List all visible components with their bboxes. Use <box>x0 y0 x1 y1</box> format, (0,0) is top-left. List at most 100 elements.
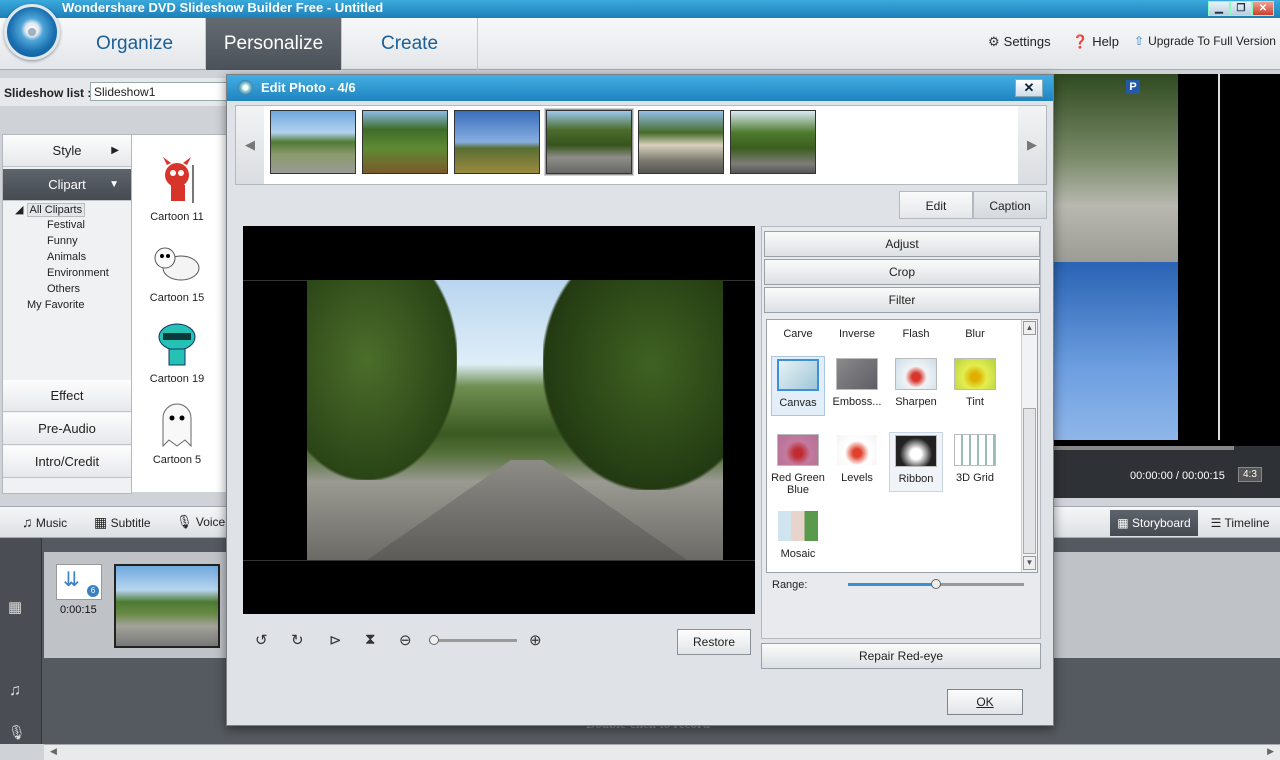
storyboard-tab[interactable]: ▦ Storyboard <box>1110 510 1198 536</box>
photo-thumb-selected[interactable] <box>545 109 633 175</box>
photo-thumb[interactable] <box>454 110 540 174</box>
clipart-item[interactable]: Cartoon 11 <box>132 155 222 223</box>
gear-icon: ⚙ <box>988 34 1000 49</box>
tree-item-funny[interactable]: Funny <box>47 235 78 247</box>
tab-pre-audio[interactable]: Pre-Audio <box>3 413 131 445</box>
filter-ribbon[interactable]: Ribbon <box>889 432 943 492</box>
help-button[interactable]: ❓ Help <box>1072 34 1119 50</box>
filter-inverse[interactable]: Inverse <box>830 328 884 340</box>
adjust-section[interactable]: Adjust <box>764 231 1040 257</box>
canvas-filter-icon <box>777 359 819 391</box>
filter-tint[interactable]: Tint <box>948 358 1002 408</box>
filter-sharpen[interactable]: Sharpen <box>889 358 943 408</box>
music-button[interactable]: ♫ Music <box>22 514 67 530</box>
strip-next-button[interactable]: ▶ <box>1018 106 1046 184</box>
film-icon: ▦ <box>94 514 108 530</box>
zoom-slider-handle[interactable] <box>429 635 439 645</box>
main-preview: P <box>1054 74 1280 446</box>
subtitle-button[interactable]: ▦ Subtitle <box>94 514 151 531</box>
zoom-out-icon[interactable]: ⊖ <box>399 631 412 649</box>
filter-section[interactable]: Filter <box>764 287 1040 313</box>
rotate-right-icon[interactable]: ↻ <box>291 631 304 649</box>
flip-vertical-icon[interactable]: ⧗ <box>365 631 376 648</box>
tint-filter-icon <box>954 358 996 390</box>
photo-thumb[interactable] <box>730 110 816 174</box>
filter-flash[interactable]: Flash <box>889 328 943 340</box>
flip-horizontal-icon[interactable]: ⊳ <box>329 631 342 649</box>
preview-controls: 00:00:00 / 00:00:15 4:3 <box>1054 446 1280 498</box>
tab-edit[interactable]: Edit <box>899 191 973 219</box>
range-slider-handle[interactable] <box>931 579 941 589</box>
slideshow-list-bar: Slideshow list : Slideshow1 <box>0 78 230 106</box>
tab-effect[interactable]: Effect <box>3 380 131 412</box>
tab-create[interactable]: Create <box>342 18 478 70</box>
settings-button[interactable]: ⚙ Settings <box>988 34 1051 50</box>
scroll-up-icon[interactable]: ▲ <box>1023 321 1036 335</box>
clipart-item[interactable]: Cartoon 19 <box>132 317 222 385</box>
tab-style[interactable]: Style ▶ <box>3 135 131 167</box>
film-track-icon: ▦ <box>8 599 23 616</box>
slide-thumbnail[interactable] <box>114 564 220 648</box>
filter-carve[interactable]: Carve <box>771 328 825 340</box>
filter-canvas[interactable]: Canvas <box>771 356 825 416</box>
tree-root[interactable]: ◢ All Cliparts <box>15 203 86 217</box>
scroll-thumb[interactable] <box>1023 408 1036 554</box>
minimize-button[interactable]: ▁ <box>1208 1 1230 16</box>
filter-3d-grid[interactable]: 3D Grid <box>948 434 1002 484</box>
app-logo <box>4 4 60 60</box>
aspect-ratio-button[interactable]: 4:3 <box>1238 467 1262 482</box>
timeline-tab[interactable]: ☰ Timeline <box>1202 510 1278 536</box>
filter-levels[interactable]: Levels <box>830 434 884 484</box>
upgrade-button[interactable]: ⇧ Upgrade To Full Version <box>1134 34 1276 48</box>
restore-button[interactable]: Restore <box>677 629 751 655</box>
filter-label: Levels <box>841 472 873 484</box>
tree-item-environment[interactable]: Environment <box>47 267 109 279</box>
help-label: Help <box>1092 34 1119 49</box>
filter-label: Emboss... <box>832 396 882 408</box>
filter-label: Mosaic <box>780 548 816 560</box>
strip-prev-button[interactable]: ◀ <box>236 106 264 184</box>
tab-intro-credit[interactable]: Intro/Credit <box>3 446 131 478</box>
preview-progress[interactable] <box>1054 446 1234 450</box>
close-window-button[interactable]: ✕ <box>1252 1 1274 16</box>
scroll-left-icon[interactable]: ◀ <box>50 746 57 757</box>
rotate-left-icon[interactable]: ↺ <box>255 631 268 649</box>
zoom-slider[interactable] <box>429 635 517 645</box>
title-bar: Wondershare DVD Slideshow Builder Free -… <box>0 0 1280 18</box>
tree-item-my-favorite[interactable]: My Favorite <box>27 299 84 311</box>
photo-thumb[interactable] <box>362 110 448 174</box>
horizontal-scrollbar[interactable]: ◀ ▶ <box>44 744 1280 760</box>
edit-photo-dialog: Edit Photo - 4/6 ✕ ◀ ▶ Edit Caption ↺ ↻ … <box>226 74 1054 726</box>
repair-red-eye-button[interactable]: Repair Red-eye <box>761 643 1041 669</box>
tab-personalize[interactable]: Personalize <box>206 18 342 70</box>
filter-mosaic[interactable]: Mosaic <box>771 510 825 560</box>
tree-item-animals[interactable]: Animals <box>47 251 86 263</box>
slideshow-list-select[interactable]: Slideshow1 <box>90 82 230 101</box>
scroll-right-icon[interactable]: ▶ <box>1267 746 1274 757</box>
voice-track-icon: 🎙 <box>8 724 26 740</box>
clipart-item[interactable]: Cartoon 5 <box>132 398 222 466</box>
tree-item-others[interactable]: Others <box>47 283 80 295</box>
restore-window-button[interactable]: ❐ <box>1230 1 1252 16</box>
larva-clipart-icon <box>147 236 207 288</box>
clipart-item[interactable]: Cartoon 15 <box>132 236 222 304</box>
tab-caption[interactable]: Caption <box>973 191 1047 219</box>
photo-thumb[interactable] <box>638 110 724 174</box>
crop-section[interactable]: Crop <box>764 259 1040 285</box>
scroll-down-icon[interactable]: ▼ <box>1023 556 1036 570</box>
filter-blur[interactable]: Blur <box>948 328 1002 340</box>
range-slider[interactable] <box>848 579 1024 589</box>
tab-organize[interactable]: Organize <box>64 18 206 70</box>
filter-emboss[interactable]: Emboss... <box>830 358 884 408</box>
filter-red-green-blue[interactable]: Red Green Blue <box>771 434 825 496</box>
tree-item-festival[interactable]: Festival <box>47 219 85 231</box>
tab-clipart[interactable]: Clipart ▼ <box>3 169 131 201</box>
edited-photo[interactable] <box>307 280 723 560</box>
dialog-close-button[interactable]: ✕ <box>1015 79 1043 97</box>
zoom-in-icon[interactable]: ⊕ <box>529 631 542 649</box>
transition-icon[interactable]: ⇊ 6 <box>56 564 102 600</box>
ok-button[interactable]: OK <box>947 689 1023 715</box>
photo-strip: ◀ ▶ <box>235 105 1047 185</box>
filter-scrollbar[interactable]: ▲ ▼ <box>1021 320 1037 572</box>
photo-thumb[interactable] <box>270 110 356 174</box>
